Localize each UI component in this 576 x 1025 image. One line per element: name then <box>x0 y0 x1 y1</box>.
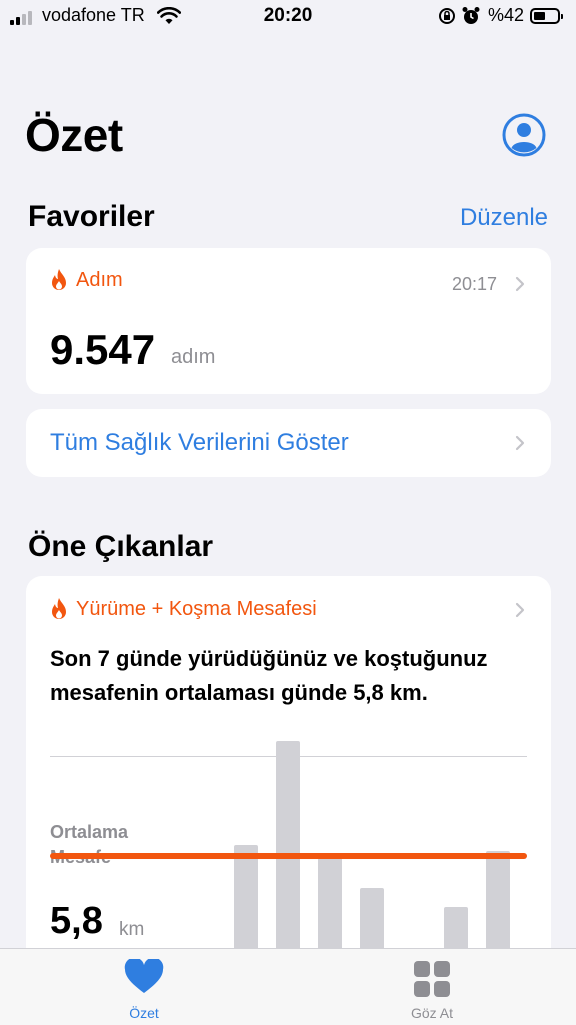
edit-button[interactable]: Düzenle <box>460 204 548 232</box>
tab-summary-label: Özet <box>129 1005 159 1021</box>
steps-card-label: Adım <box>76 268 123 291</box>
profile-icon[interactable] <box>502 113 546 157</box>
tab-bar: Özet Göz At <box>0 948 576 1025</box>
distance-bar <box>276 741 300 949</box>
battery-icon <box>530 8 563 24</box>
distance-summary-text: Son 7 günde yürüdüğünüz ve koştuğunuz me… <box>50 646 488 705</box>
alarm-icon <box>462 7 480 24</box>
steps-value: 9.547 <box>50 326 156 373</box>
heart-icon <box>124 959 164 993</box>
grid-icon <box>414 961 450 997</box>
tab-browse[interactable]: Göz At <box>352 949 512 1025</box>
steps-card[interactable]: Adım 20:17 9.547 adım <box>26 248 551 394</box>
chevron-right-icon <box>515 435 525 451</box>
distance-card-label: Yürüme + Koşma Mesafesi <box>76 597 317 620</box>
status-bar: vodafone TR 20:20 %42 <box>0 0 576 36</box>
distance-bar <box>486 851 510 949</box>
steps-card-time: 20:17 <box>451 274 497 294</box>
distance-card-header: Yürüme + Koşma Mesafesi <box>50 597 317 621</box>
show-all-health-data-label: Tüm Sağlık Verilerini Göster <box>50 429 349 456</box>
tab-browse-label: Göz At <box>410 1005 454 1021</box>
average-distance-value: 5,8 <box>50 900 103 942</box>
page-title: Özet <box>25 109 123 161</box>
distance-bar <box>360 888 384 949</box>
chevron-right-icon <box>515 276 525 292</box>
flame-icon <box>52 598 66 619</box>
walking-running-distance-card[interactable]: Yürüme + Koşma Mesafesi Son 7 günde yürü… <box>26 576 551 949</box>
distance-bar-chart <box>26 576 551 949</box>
card-divider <box>50 756 527 757</box>
favorites-title: Favoriler <box>28 200 155 233</box>
battery-percentage: %42 <box>488 5 525 25</box>
tab-summary[interactable]: Özet <box>64 949 224 1025</box>
steps-unit: adım <box>171 346 216 368</box>
distance-bar <box>444 907 468 949</box>
chevron-right-icon <box>515 602 525 618</box>
average-line <box>50 853 527 860</box>
steps-card-header: Adım <box>50 268 123 292</box>
highlights-title: Öne Çıkanlar <box>28 530 214 563</box>
orientation-lock-icon <box>439 8 455 24</box>
average-distance-unit: km <box>119 919 145 940</box>
distance-bar <box>234 845 258 949</box>
distance-bar <box>318 856 342 949</box>
flame-icon <box>52 269 66 290</box>
average-distance-label: Ortalama Mesafe <box>50 822 129 867</box>
show-all-health-data-button[interactable]: Tüm Sağlık Verilerini Göster <box>26 409 551 477</box>
